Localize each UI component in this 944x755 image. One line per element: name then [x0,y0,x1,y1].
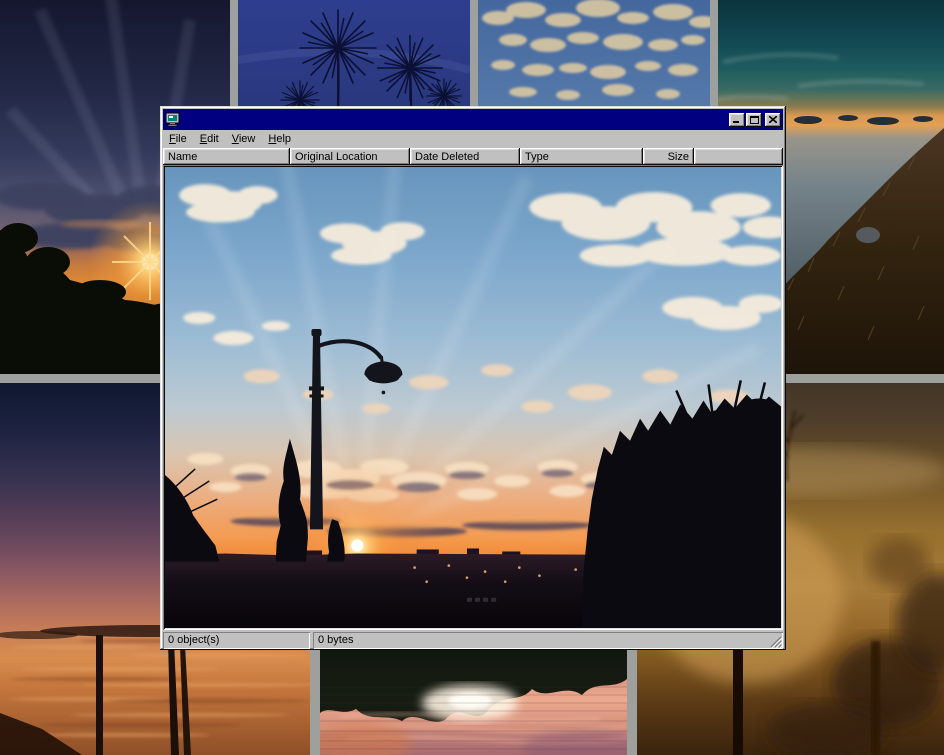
recycle-bin-window: File Edit View Help Name Original Locati… [160,106,786,650]
menu-edit[interactable]: Edit [194,131,226,148]
maximize-button[interactable] [746,113,762,127]
column-header-date-deleted[interactable]: Date Deleted [410,148,520,165]
column-header-type[interactable]: Type [520,148,643,165]
computer-monitor-icon[interactable] [165,112,181,127]
sunset-lamp-photo [165,167,781,628]
column-header-name[interactable]: Name [163,148,290,165]
status-bar: 0 object(s) 0 bytes [163,630,783,649]
close-button[interactable] [765,113,781,127]
menu-view[interactable]: View [226,131,263,148]
menu-file[interactable]: File [163,131,194,148]
titlebar[interactable] [163,109,783,130]
menu-bar: File Edit View Help [163,130,783,148]
column-header-row: Name Original Location Date Deleted Type… [163,148,783,165]
status-size: 0 bytes [313,632,783,649]
status-object-count: 0 object(s) [163,632,310,649]
column-header-size[interactable]: Size [643,148,694,165]
minimize-icon [733,116,741,123]
minimize-button[interactable] [729,113,745,127]
column-header-filler [694,148,783,165]
close-icon [769,116,777,123]
resize-grip-icon[interactable] [770,636,782,648]
menu-help[interactable]: Help [262,131,298,148]
column-header-original-location[interactable]: Original Location [290,148,410,165]
file-list-viewport[interactable] [163,165,783,630]
maximize-icon [750,116,759,124]
